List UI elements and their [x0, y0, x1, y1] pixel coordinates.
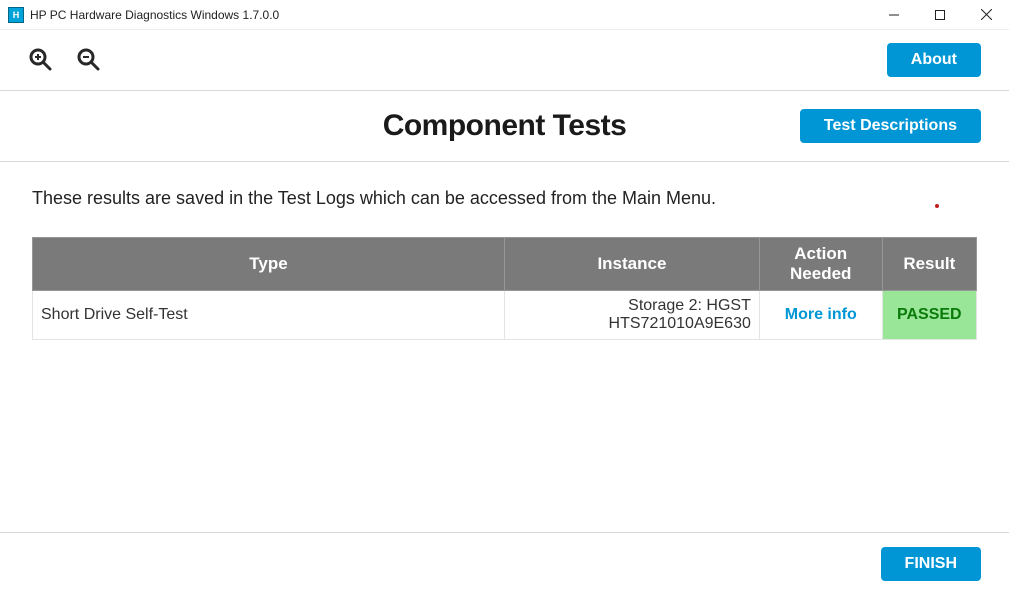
close-icon	[981, 9, 992, 20]
intro-text: These results are saved in the Test Logs…	[32, 188, 977, 209]
maximize-icon	[935, 10, 945, 20]
table-row: Short Drive Self-Test Storage 2: HGST HT…	[33, 291, 977, 340]
col-action: Action Needed	[759, 238, 882, 291]
cell-action: More info	[759, 291, 882, 340]
app-icon: H	[8, 7, 24, 23]
header-row: Component Tests Test Descriptions	[0, 91, 1009, 161]
table-header-row: Type Instance Action Needed Result	[33, 238, 977, 291]
zoom-in-button[interactable]	[24, 43, 58, 77]
more-info-link[interactable]: More info	[785, 306, 857, 323]
window-title: HP PC Hardware Diagnostics Windows 1.7.0…	[30, 8, 279, 22]
toolbar: About	[0, 30, 1009, 90]
content-area: These results are saved in the Test Logs…	[0, 162, 1009, 340]
cell-type: Short Drive Self-Test	[33, 291, 505, 340]
cell-instance: Storage 2: HGST HTS721010A9E630	[505, 291, 760, 340]
minimize-button[interactable]	[871, 0, 917, 30]
title-bar: H HP PC Hardware Diagnostics Windows 1.7…	[0, 0, 1009, 30]
test-descriptions-button[interactable]: Test Descriptions	[800, 109, 981, 143]
close-button[interactable]	[963, 0, 1009, 30]
footer: FINISH	[0, 532, 1009, 594]
maximize-button[interactable]	[917, 0, 963, 30]
dot-indicator	[935, 204, 939, 208]
cell-result: PASSED	[882, 291, 976, 340]
results-table: Type Instance Action Needed Result Short…	[32, 237, 977, 340]
col-type: Type	[33, 238, 505, 291]
zoom-in-icon	[28, 47, 54, 73]
minimize-icon	[889, 10, 899, 20]
col-instance: Instance	[505, 238, 760, 291]
zoom-out-icon	[76, 47, 102, 73]
col-result: Result	[882, 238, 976, 291]
about-button[interactable]: About	[887, 43, 981, 77]
zoom-out-button[interactable]	[72, 43, 106, 77]
finish-button[interactable]: FINISH	[881, 547, 981, 581]
